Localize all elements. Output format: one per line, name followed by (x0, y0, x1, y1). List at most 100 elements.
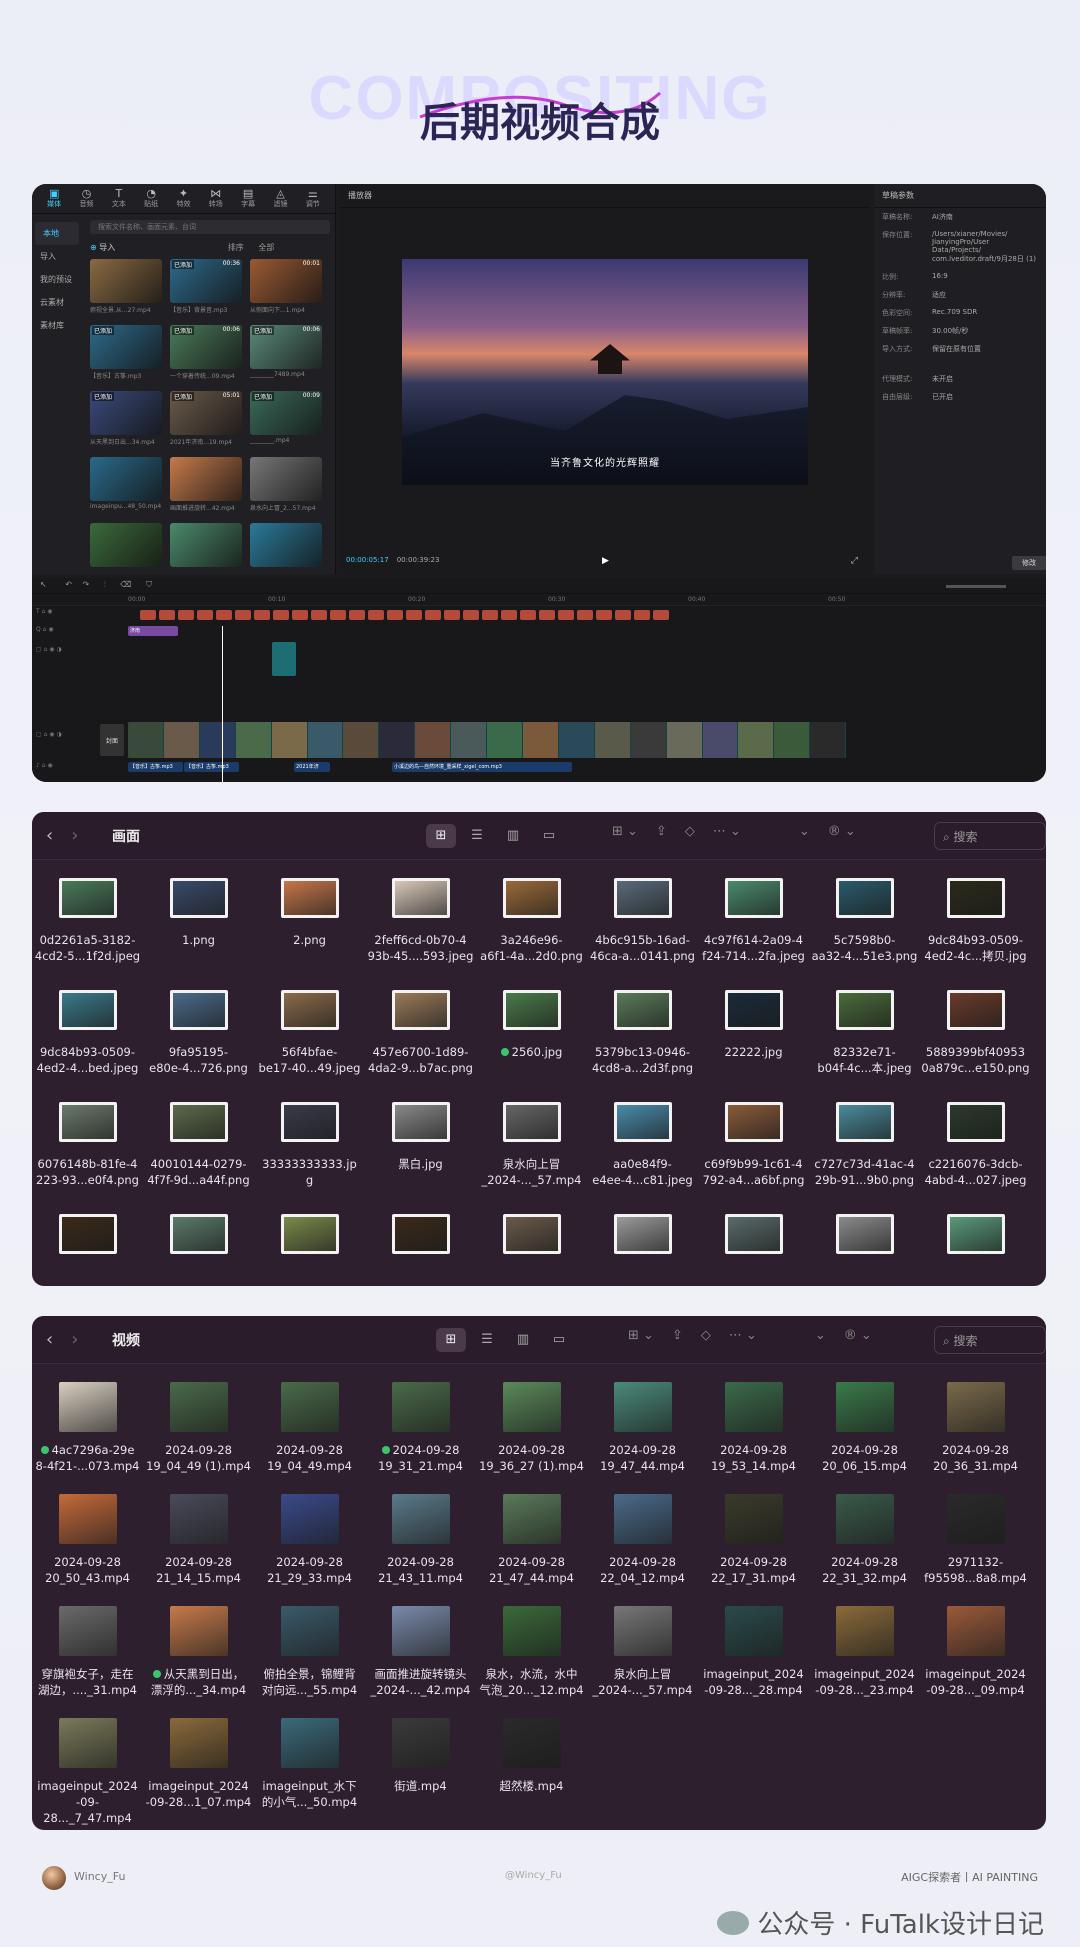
caption-clip[interactable] (273, 610, 289, 620)
caption-clip[interactable] (292, 610, 308, 620)
file-item[interactable]: 40010144-0279- 4f7f-9d...a44f.png (143, 1102, 254, 1214)
search-field[interactable]: ⌕ 搜索 (934, 1326, 1046, 1354)
file-item[interactable]: 超然楼.mp4 (476, 1718, 587, 1830)
file-item[interactable] (365, 1214, 476, 1286)
search-field[interactable]: ⌕ 搜索 (934, 822, 1046, 850)
file-item[interactable]: 2024-09-28 22_31_32.mp4 (809, 1494, 920, 1606)
file-item[interactable] (143, 1214, 254, 1286)
caption-clip[interactable] (197, 610, 213, 620)
track-controls-audio[interactable]: ♪ ⌂ ◉ (32, 762, 124, 769)
list-view-icon[interactable]: ☰ (472, 1328, 502, 1352)
file-item[interactable]: 2024-09-28 19_04_49 (1).mp4 (143, 1382, 254, 1494)
media-item[interactable]: 00:06 已添加 ________7489.mp4 (250, 325, 322, 385)
column-view-icon[interactable]: ▥ (498, 824, 528, 848)
media-item[interactable]: 俯视全景,从...27.mp4 (90, 259, 162, 319)
audio-clip[interactable]: 【音乐】古筝.mp3 (128, 762, 183, 772)
file-item[interactable]: 泉水，水流，水中 气泡_20..._12.mp4 (476, 1606, 587, 1718)
gallery-view-icon[interactable]: ▭ (544, 1328, 574, 1352)
media-item[interactable]: 泉水向上冒_2...57.mp4 (250, 457, 322, 517)
toolbar-tab-0[interactable]: ▣ 媒体 (40, 188, 68, 209)
share-icon[interactable]: ⇪ (656, 824, 667, 839)
file-item[interactable] (254, 1214, 365, 1286)
audio-clip[interactable]: 【音乐】古筝.mp3 (184, 762, 239, 772)
file-item[interactable]: aa0e84f9- e4ee-4...c81.jpeg (587, 1102, 698, 1214)
file-item[interactable]: 2024-09-28 22_17_31.mp4 (698, 1494, 809, 1606)
file-item[interactable]: 2024-09-28 21_29_33.mp4 (254, 1494, 365, 1606)
file-item[interactable]: 9dc84b93-0509- 4ed2-4...bed.jpeg (32, 990, 143, 1102)
caption-clip[interactable] (311, 610, 327, 620)
toolbar-tab-2[interactable]: T 文本 (105, 188, 133, 209)
file-item[interactable]: 从天黑到日出， 漂浮的..._34.mp4 (143, 1606, 254, 1718)
file-item[interactable]: 1.png (143, 878, 254, 990)
import-button[interactable]: 导入 (99, 243, 115, 252)
sort-button[interactable]: 排序 (228, 243, 244, 252)
file-item[interactable]: 2971132- f95598...8a8.mp4 (920, 1494, 1031, 1606)
caption-clip[interactable] (444, 610, 460, 620)
file-item[interactable]: 2024-09-28 20_50_43.mp4 (32, 1494, 143, 1606)
caption-clip[interactable] (482, 610, 498, 620)
preview-frame[interactable]: 当齐鲁文化的光辉照耀 (402, 259, 808, 485)
undo-icon[interactable]: ↶ (65, 580, 72, 589)
file-item[interactable]: imageinput_水下 的小气..._50.mp4 (254, 1718, 365, 1830)
account-icon[interactable]: ® ⌄ (844, 1328, 872, 1343)
track-controls-text[interactable]: T ⌂ ◉ (32, 608, 124, 615)
tag-icon[interactable]: ◇ (685, 824, 695, 839)
file-item[interactable]: 56f4bfae- be17-40...49.jpeg (254, 990, 365, 1102)
more-icon[interactable]: ⋯ ⌄ (729, 1328, 757, 1343)
caption-clip[interactable] (653, 610, 669, 620)
audio-clip[interactable]: 小溪边的鸟—自然环境_重采样_xigel_com.mp3 (392, 762, 572, 772)
caption-clip[interactable] (178, 610, 194, 620)
file-item[interactable]: 2024-09-28 22_04_12.mp4 (587, 1494, 698, 1606)
media-item[interactable]: 00:01 从侧面向下...1.mp4 (250, 259, 322, 319)
media-item[interactable] (90, 523, 162, 583)
caption-clip[interactable] (539, 610, 555, 620)
file-item[interactable]: 画面推进旋转镜头 _2024-..._42.mp4 (365, 1606, 476, 1718)
filter-all-button[interactable]: 全部 (258, 243, 274, 252)
toolbar-tab-4[interactable]: ✦ 特效 (169, 188, 197, 209)
select-tool-icon[interactable]: ↖ (40, 580, 47, 589)
file-item[interactable]: 6076148b-81fe-4 223-93...e0f4.png (32, 1102, 143, 1214)
caption-clip[interactable] (368, 610, 384, 620)
file-item[interactable]: imageinput_2024 -09-28..._28.mp4 (698, 1606, 809, 1718)
media-item[interactable] (250, 523, 322, 583)
tag-icon[interactable]: ◇ (701, 1328, 711, 1343)
file-item[interactable] (587, 1214, 698, 1286)
file-item[interactable] (476, 1214, 587, 1286)
file-item[interactable]: 457e6700-1d89- 4da2-9...b7ac.png (365, 990, 476, 1102)
media-item[interactable]: imageinpu...48_50.mp4 (90, 457, 162, 517)
file-item[interactable]: 泉水向上冒 _2024-..._57.mp4 (476, 1102, 587, 1214)
media-item[interactable]: 已添加 【音乐】古筝.mp3 (90, 325, 162, 385)
file-item[interactable]: 82332e71- b04f-4c...本.jpeg (809, 990, 920, 1102)
sidebar-item-2[interactable]: 我的预设 (32, 268, 82, 291)
toolbar-tab-6[interactable]: ▤ 字幕 (234, 188, 262, 209)
chevron-down-icon[interactable]: ⌄ (799, 824, 810, 839)
caption-clip[interactable] (501, 610, 517, 620)
media-item[interactable] (170, 523, 242, 583)
file-item[interactable]: imageinput_2024 -09-28..._23.mp4 (809, 1606, 920, 1718)
zoom-slider[interactable] (946, 585, 1006, 588)
file-item[interactable]: 9dc84b93-0509- 4ed2-4c...拷贝.jpg (920, 878, 1031, 990)
fullscreen-icon[interactable]: ⤢ (851, 556, 858, 566)
file-item[interactable]: 俯拍全景，锦鲤背 对向远..._55.mp4 (254, 1606, 365, 1718)
caption-clip[interactable] (463, 610, 479, 620)
sidebar-item-0[interactable]: 本地 (35, 222, 79, 245)
caption-clip[interactable] (330, 610, 346, 620)
media-item[interactable]: 00:09 已添加 ________.mp4 (250, 391, 322, 451)
caption-clip[interactable] (387, 610, 403, 620)
file-item[interactable] (32, 1214, 143, 1286)
file-item[interactable]: 2024-09-28 19_04_49.mp4 (254, 1382, 365, 1494)
file-item[interactable]: 5c7598b0- aa32-4...51e3.png (809, 878, 920, 990)
icon-view-icon[interactable]: ⊞ (436, 1328, 466, 1352)
icon-view-icon[interactable]: ⊞ (426, 824, 456, 848)
file-item[interactable]: 22222.jpg (698, 990, 809, 1102)
list-view-icon[interactable]: ☰ (462, 824, 492, 848)
file-item[interactable]: 9fa95195- e80e-4...726.png (143, 990, 254, 1102)
file-item[interactable]: 5889399bf40953 0a879c...e150.png (920, 990, 1031, 1102)
forward-icon[interactable]: › (71, 1329, 78, 1350)
file-item[interactable]: 2560.jpg (476, 990, 587, 1102)
file-item[interactable]: 2feff6cd-0b70-4 93b-45....593.jpeg (365, 878, 476, 990)
import-icon[interactable]: ⊕ (90, 243, 97, 252)
overlay-clip[interactable] (272, 642, 296, 676)
caption-clip[interactable] (577, 610, 593, 620)
media-search-input[interactable]: 搜索文件名称、画面元素、台词 (90, 220, 330, 234)
